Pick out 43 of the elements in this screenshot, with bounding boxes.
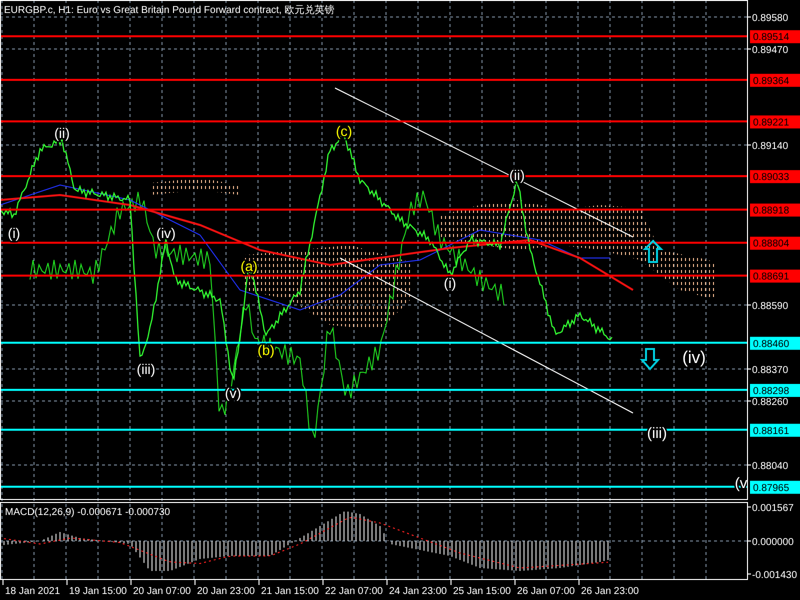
price-level-badge: 0.88804 [750, 236, 800, 250]
time-axis-label: 19 Jan 15:00 [69, 586, 127, 597]
wave-label: (iv) [682, 348, 706, 367]
price-axis-label: 0.89140 [752, 141, 788, 152]
wave-label: (iv) [156, 225, 176, 241]
price-level-badge: 0.88691 [750, 270, 800, 283]
price-level-badge: 0.88298 [750, 384, 800, 397]
time-axis-label: 25 Jan 15:00 [453, 586, 511, 597]
wave-label: (ii) [54, 125, 70, 141]
time-axis-label: 18 Jan 2021 [5, 586, 60, 597]
price-axis-label: 0.89470 [752, 45, 788, 56]
time-axis-label: 22 Jan 07:00 [325, 586, 383, 597]
time-axis-label: 21 Jan 15:00 [261, 586, 319, 597]
price-level-badge: 0.89221 [750, 115, 800, 128]
price-axis-label: 0.89580 [752, 13, 788, 24]
time-axis-label: 20 Jan 23:00 [197, 586, 255, 597]
wave-label: (i) [444, 275, 456, 291]
price-level-badge: 0.88161 [750, 424, 800, 437]
wave-label: (i) [8, 225, 20, 241]
down-arrow-icon [640, 348, 660, 370]
chart-title: EURGBP.c, H1: Euro vs Great Britain Pound Forward contract, 欧元兑英镑 [4, 5, 334, 16]
price-axis-label: 0.88590 [752, 301, 788, 312]
macd-axis-label: 0.000000 [752, 537, 794, 548]
price-level-badge: 0.88918 [750, 204, 800, 217]
price-axis-label: 0.88260 [752, 397, 788, 408]
up-arrow-icon [642, 240, 664, 263]
price-axis-label: 0.88040 [752, 460, 788, 472]
time-axis-label: 26 Jan 23:00 [581, 586, 639, 597]
wave-label: (iii) [136, 361, 156, 377]
time-axis-label: 26 Jan 07:00 [517, 586, 575, 597]
time-axis-label: 20 Jan 07:00 [133, 586, 191, 597]
price-level-badge: 0.87965 [750, 480, 800, 494]
wave-label: (c) [336, 123, 352, 139]
price-level-badge: 0.89364 [750, 74, 800, 87]
wave-label: (iii) [647, 425, 667, 442]
price-axis-label: 0.88370 [752, 365, 788, 376]
time-axis-label: 24 Jan 23:00 [389, 586, 447, 597]
price-level-badge: 0.89514 [750, 30, 800, 44]
macd-axis-label: -0.001430 [752, 570, 798, 581]
macd-axis-label: 0.001567 [752, 503, 794, 514]
price-level-badge: 0.89033 [750, 170, 800, 184]
macd-label: MACD(12,26,9) -0.000671 -0.000730 [5, 507, 170, 518]
price-level-badge: 0.88460 [750, 336, 800, 350]
